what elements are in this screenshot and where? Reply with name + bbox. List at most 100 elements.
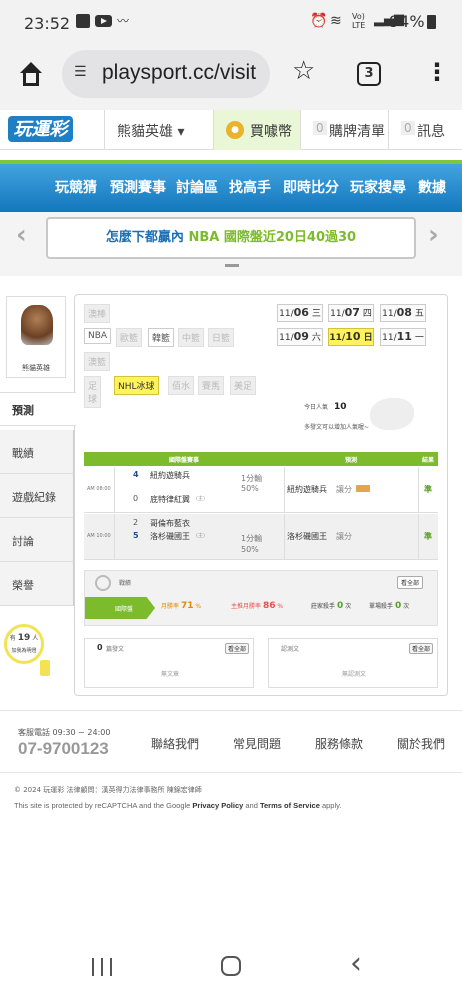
league-nhl[interactable]: NHL冰球 <box>114 376 159 395</box>
record-cell-value: 86 <box>262 601 276 611</box>
user-menu[interactable]: 熊貓英雄 ▾ <box>104 110 214 150</box>
header-prediction: 預測 <box>344 457 357 464</box>
nav-item-play[interactable]: 玩競猜 <box>55 177 97 197</box>
user-menu-label: 熊貓英雄 ▾ <box>117 124 185 140</box>
verify-see-all-button[interactable]: 看全部 <box>409 643 434 654</box>
home-nav-icon[interactable] <box>221 956 241 976</box>
date-weekday: 一 <box>414 333 424 343</box>
wifi-icon: ≋ <box>330 13 342 29</box>
date-button-selected[interactable]: 11/10 日 <box>328 328 374 346</box>
nav-item-forum[interactable]: 討論區 <box>176 177 218 197</box>
posts-count: 0 <box>97 643 103 652</box>
league-soccer[interactable]: 足球 <box>84 376 102 408</box>
nav-item-player-search[interactable]: 玩家搜尋 <box>350 177 406 197</box>
popularity-value: 10 <box>333 402 347 412</box>
banner-next-icon[interactable]: › <box>428 220 439 250</box>
date-button-0[interactable]: 11/06 三 <box>277 304 323 322</box>
league-nba[interactable]: NBA <box>84 328 112 344</box>
wifi-calling-icon: 〰 <box>117 14 130 28</box>
footer-link-faq[interactable]: 常見問題 <box>233 735 281 752</box>
record-cell-label: 月勝率 <box>161 603 180 610</box>
url-text[interactable]: playsport.cc/visit <box>102 61 266 85</box>
away-score: 4 <box>133 470 139 479</box>
date-button-3[interactable]: 11/09 六 <box>277 328 323 346</box>
like-bulb[interactable]: 有 19 人 加我為明燈 <box>4 624 44 664</box>
footer-link-about[interactable]: 關於我們 <box>397 735 445 752</box>
table-row[interactable]: AM 08:00 4 紐約遊騎兵 0 底特律紅翼 (主) 1分輸 50% 紐約遊… <box>84 467 438 513</box>
league-other[interactable]: 佰水 <box>168 376 195 395</box>
league-korea-basketball[interactable]: 韓籃 <box>148 328 175 347</box>
banner-link[interactable]: 怎麼下都贏內 NBA 國際盤近20日40過30 <box>46 217 416 259</box>
handicap-pct: 50% <box>241 484 259 493</box>
site-header: 玩運彩 熊貓英雄 ▾ ● 買噱幣 0 購牌清單 0 訊息 <box>0 110 462 150</box>
posts-empty: 無文章 <box>160 671 179 678</box>
browser-toolbar: ☰ playsport.cc/visit ☆ 3 ⋮ <box>0 46 462 110</box>
league-american-football[interactable]: 美足 <box>230 376 257 395</box>
nav-item-data[interactable]: 數據 <box>418 177 446 197</box>
date-weekday: 日 <box>363 333 373 343</box>
messages-button[interactable]: 0 訊息 <box>388 110 462 150</box>
banner-prev-icon[interactable]: ‹ <box>16 220 27 250</box>
header-match: 國際盤賽事 <box>168 457 199 464</box>
coin-icon: ● <box>226 121 244 139</box>
record-see-all-button[interactable]: 看全部 <box>397 576 424 589</box>
league-china-basketball[interactable]: 中籃 <box>178 328 205 347</box>
tab-switcher-button[interactable]: 3 <box>357 62 381 86</box>
record-cell-value: 71 <box>180 601 194 611</box>
sidebar-item-label: 討論 <box>12 535 34 548</box>
date-day: 07 <box>344 306 360 319</box>
banner-text-prefix: 怎麼下都贏內 <box>105 230 189 245</box>
terms-link[interactable]: Terms of Service <box>260 801 320 810</box>
league-horse-racing[interactable]: 賽馬 <box>198 376 225 395</box>
site-settings-icon[interactable]: ☰ <box>74 64 87 80</box>
recaptcha-notice: This site is protected by reCAPTCHA and … <box>14 801 341 810</box>
date-button-5[interactable]: 11/11 一 <box>380 328 426 346</box>
verify-label: 認測文 <box>281 646 300 653</box>
buy-coins-button[interactable]: ● 買噱幣 <box>214 110 300 150</box>
site-logo[interactable]: 玩運彩 <box>8 116 73 142</box>
verify-posts-panel: 認測文 看全部 無認測文 <box>268 638 438 688</box>
date-button-1[interactable]: 11/07 四 <box>328 304 374 322</box>
nav-item-experts[interactable]: 找高手 <box>229 177 271 197</box>
status-bar: 23:52 〰 ⏰ ≋ Vo) LTE ▂▄▆ 94% <box>0 0 462 46</box>
home-icon[interactable] <box>17 62 45 88</box>
footer-divider <box>0 772 462 773</box>
footer-link-contact[interactable]: 聯絡我們 <box>151 735 199 752</box>
league-aus-baseball[interactable]: 澳棒 <box>84 304 111 323</box>
verify-empty: 無認測文 <box>341 671 366 678</box>
nav-item-predict[interactable]: 預測賽事 <box>110 177 166 197</box>
nav-top-stripe <box>0 160 462 164</box>
recent-apps-icon[interactable] <box>92 958 112 976</box>
nav-item-live-score[interactable]: 即時比分 <box>283 177 339 197</box>
record-cell-value: 0 <box>336 601 344 611</box>
sidebar-item-record[interactable]: 戰績 <box>0 430 74 474</box>
record-cell-label: 主推月勝率 <box>231 603 262 610</box>
sidebar-item-honor[interactable]: 榮譽 <box>0 562 74 606</box>
star-icon[interactable]: ☆ <box>292 56 315 86</box>
cart-label: 購牌清單 <box>329 124 385 140</box>
table-row[interactable]: AM 10:00 2 哥倫布藍衣 5 洛杉磯國王 (主) 1分輸 50% 洛杉磯… <box>84 514 438 560</box>
battery-text: 94% <box>389 12 425 31</box>
more-menu-icon[interactable]: ⋮ <box>425 58 449 86</box>
cart-button[interactable]: 0 購牌清單 <box>300 110 388 150</box>
back-nav-icon[interactable]: ‹ <box>350 946 362 981</box>
pick-type: 讓分 <box>336 485 352 494</box>
row-divider <box>114 514 115 560</box>
sidebar-item-discuss[interactable]: 討論 <box>0 518 74 562</box>
league-aus-basketball[interactable]: 澳籃 <box>84 352 111 371</box>
home-team: 底特律紅翼 <box>150 495 190 504</box>
league-japan-basketball[interactable]: 日籃 <box>208 328 235 347</box>
profile-card[interactable]: 熊貓英雄 <box>6 296 66 378</box>
footer-hours: 客服電話 09:30 ~ 24:00 <box>18 728 111 737</box>
posts-see-all-button[interactable]: 看全部 <box>225 643 250 654</box>
league-euro-basketball[interactable]: 歐籃 <box>116 328 143 347</box>
sidebar-item-game-log[interactable]: 遊戲紀錄 <box>0 474 74 518</box>
date-button-2[interactable]: 11/08 五 <box>380 304 426 322</box>
footer-copyright: © 2024 玩運彩 法律顧問：漢英得力法律事務所 陳錦宏律師 <box>14 786 202 794</box>
banner-pager-dots[interactable] <box>225 264 239 267</box>
footer-link-terms[interactable]: 服務條款 <box>315 735 363 752</box>
sidebar-item-predict[interactable]: 預測 <box>0 392 76 426</box>
privacy-link[interactable]: Privacy Policy <box>192 801 243 810</box>
record-cell-intl[interactable]: 國際盤 <box>85 597 155 619</box>
address-bar[interactable]: ☰ playsport.cc/visit <box>62 50 270 98</box>
